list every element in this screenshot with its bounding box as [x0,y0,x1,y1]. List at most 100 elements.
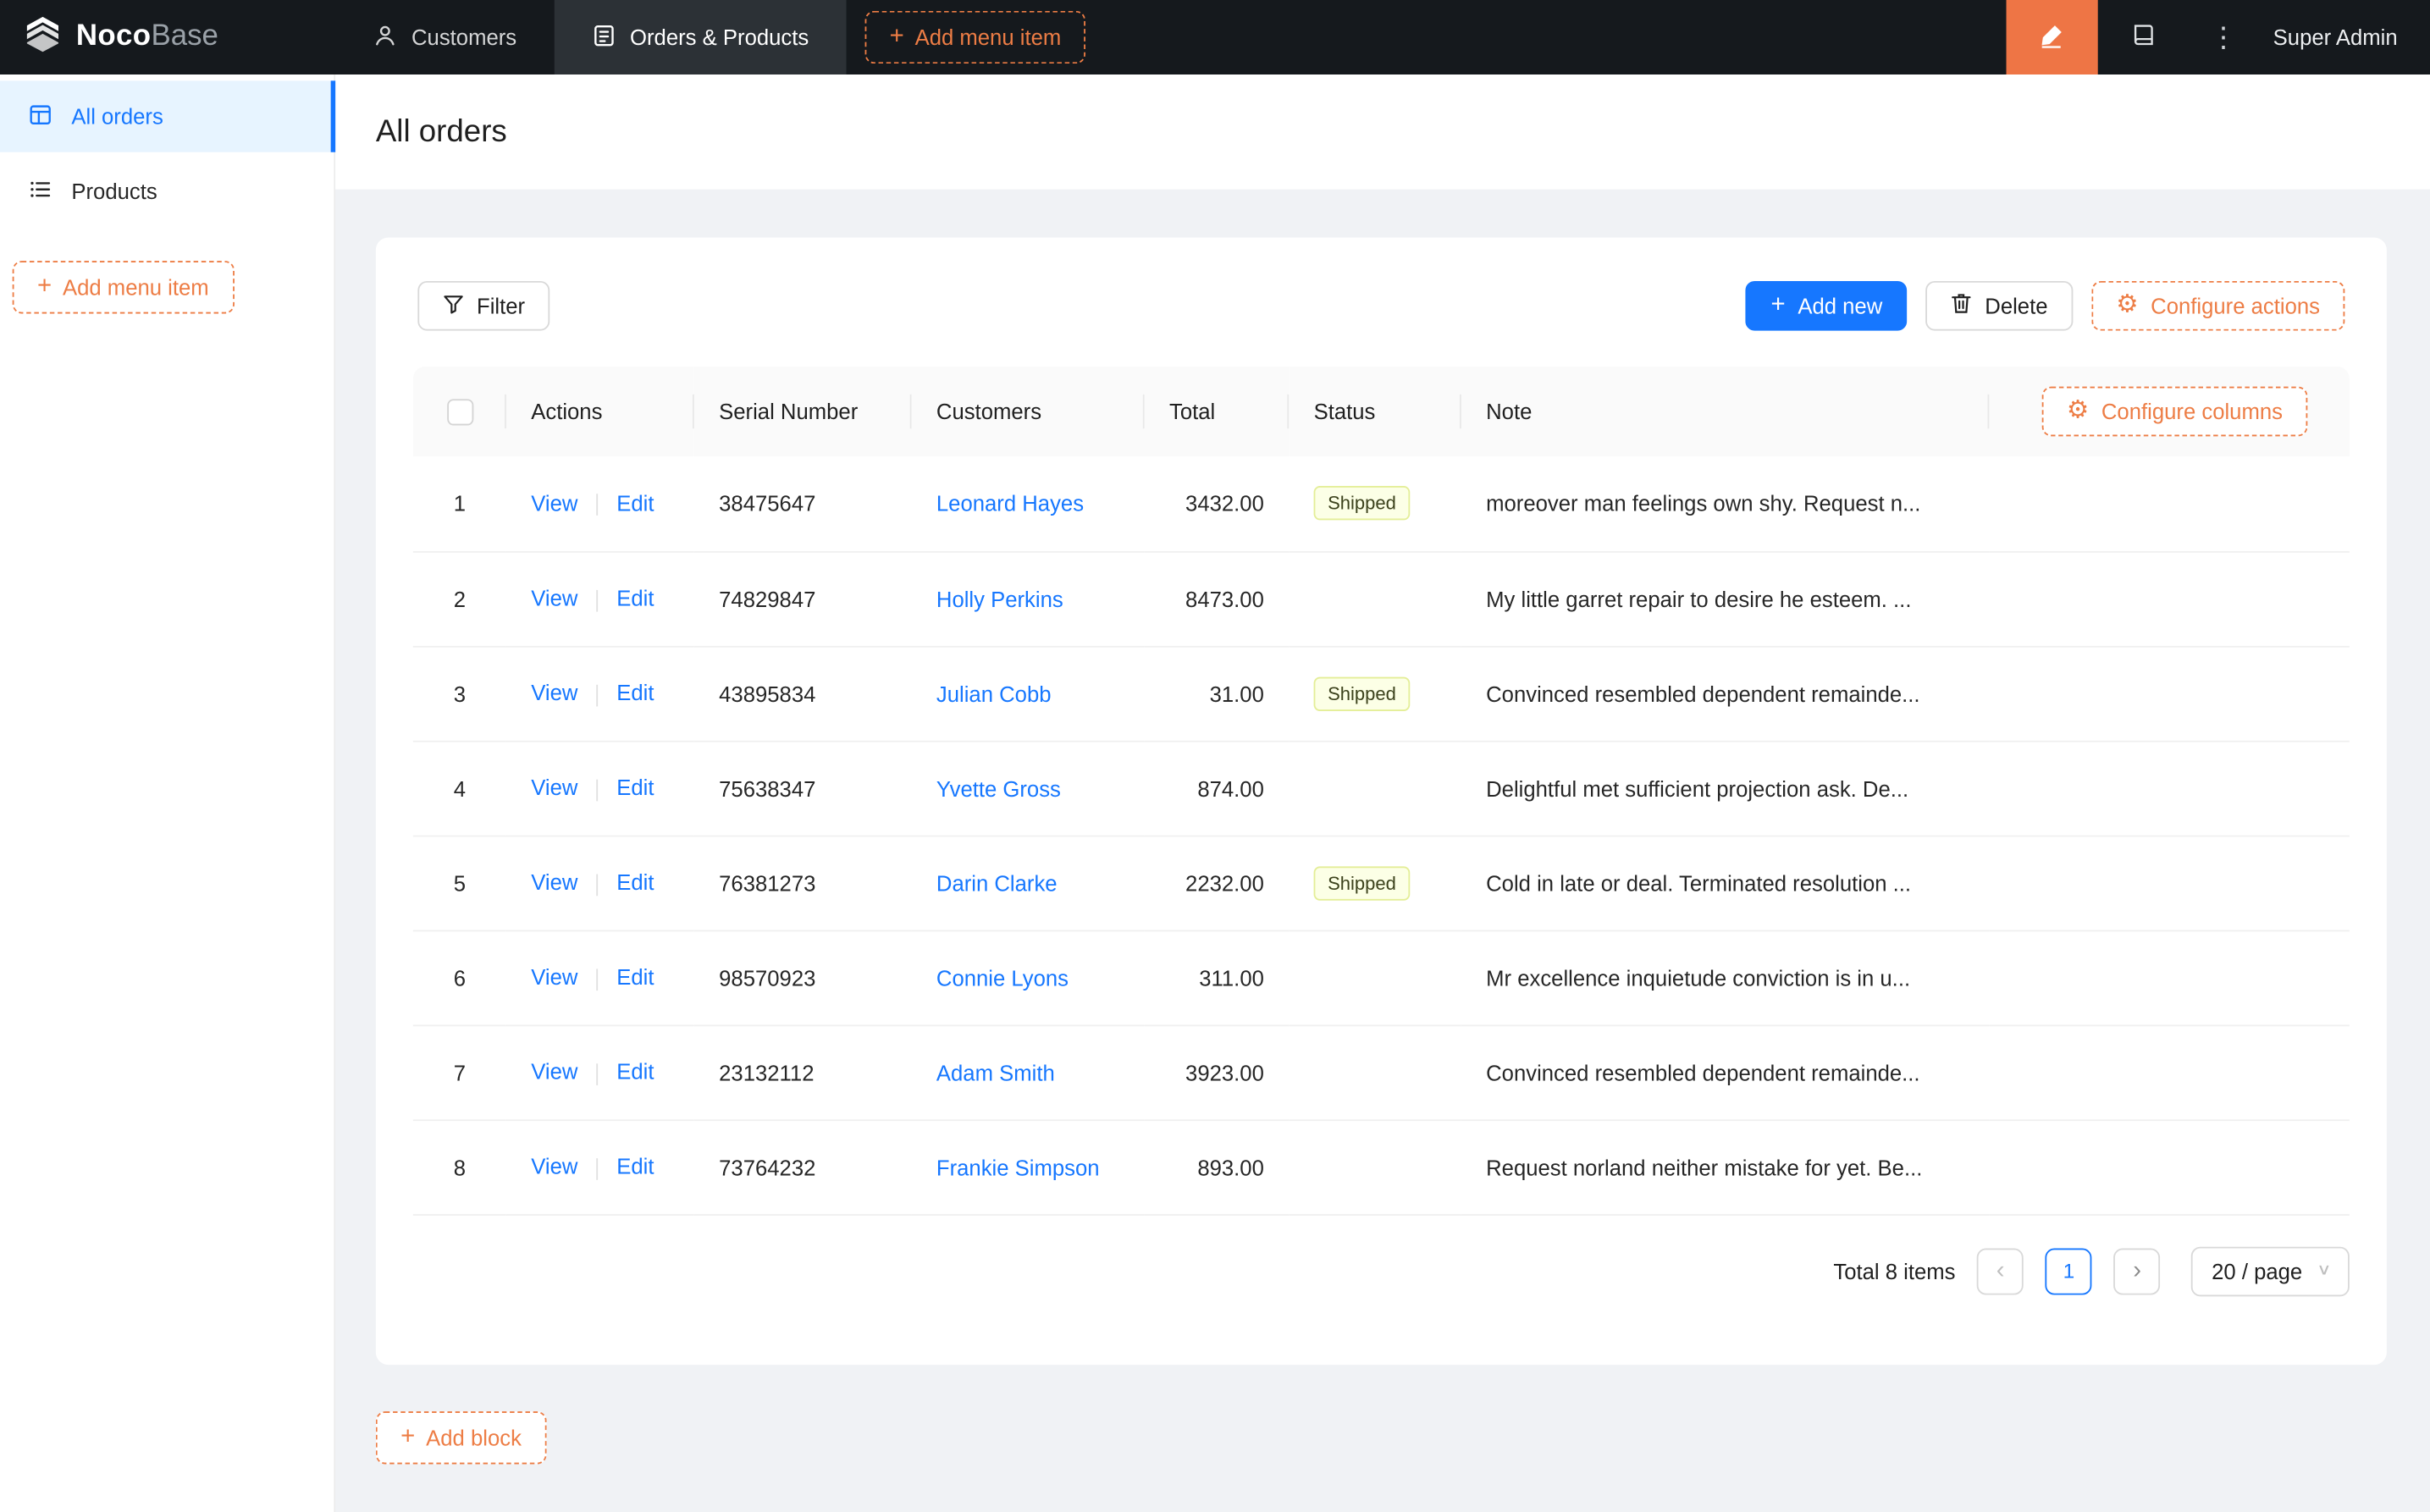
column-header-status: Status [1289,367,1461,456]
orders-icon [591,23,616,52]
edit-link[interactable]: Edit [616,870,654,895]
divider [596,1063,598,1085]
topbar-right: ⋮ Super Admin [2006,0,2430,74]
row-index: 3 [413,646,506,741]
logo-text-primary: Noco [76,20,152,53]
customer-link[interactable]: Darin Clarke [936,870,1058,895]
table-toolbar: Filter + Add new Delete [417,281,2344,331]
chevron-down-icon: ∨ [2317,1263,2331,1278]
total-cell: 311.00 [1145,930,1290,1025]
nav-item-orders-products[interactable]: Orders & Products [554,0,846,74]
edit-link[interactable]: Edit [616,491,654,516]
logo-text-secondary: Base [151,20,218,53]
total-cell: 874.00 [1145,741,1290,836]
table-row: 4 ViewEdit 75638347 Yvette Gross 874.00 … [413,741,2350,836]
gear-icon: ⚙ [2067,399,2089,423]
sidebar-item-all-orders[interactable]: All orders [0,80,334,152]
main-content: All orders Filter + [335,74,2430,1512]
nocobase-logo-icon [22,13,64,63]
configure-actions-button[interactable]: ⚙ Configure actions [2091,281,2344,331]
settings-center-button[interactable] [2097,0,2189,74]
page-number-button[interactable]: 1 [2046,1248,2092,1294]
more-icon: ⋮ [2209,21,2237,54]
note-cell: My little garret repair to desire he est… [1461,551,1990,646]
table-icon [28,102,52,131]
row-index: 4 [413,741,506,836]
view-link[interactable]: View [531,1154,577,1178]
add-block-button[interactable]: + Add block [376,1410,546,1463]
view-link[interactable]: View [531,870,577,895]
view-link[interactable]: View [531,491,577,516]
more-options-button[interactable]: ⋮ [2190,0,2258,74]
view-link[interactable]: View [531,586,577,610]
filter-button[interactable]: Filter [417,281,550,331]
customer-link[interactable]: Julian Cobb [936,681,1052,705]
nav-item-label: Orders & Products [630,25,809,49]
chevron-right-icon: › [2133,1257,2141,1285]
row-index: 6 [413,930,506,1025]
row-index: 2 [413,551,506,646]
table-row: 5 ViewEdit 76381273 Darin Clarke 2232.00… [413,836,2350,930]
add-new-button[interactable]: + Add new [1746,281,1907,331]
orders-table: Actions Serial Number Customers Total St… [413,367,2350,1215]
prev-page-button[interactable]: ‹ [1977,1248,2024,1294]
view-link[interactable]: View [531,1059,577,1084]
sidebar-item-products[interactable]: Products [0,155,334,226]
edit-link[interactable]: Edit [616,681,654,705]
serial-number-cell: 76381273 [694,836,912,930]
book-icon [2130,22,2157,53]
view-link[interactable]: View [531,775,577,800]
orders-card: Filter + Add new Delete [376,238,2387,1365]
note-cell: Request norland neither mistake for yet.… [1461,1119,1990,1214]
nav-item-customers[interactable]: Customers [335,0,554,74]
customer-link[interactable]: Holly Perkins [936,586,1063,610]
divider [596,1158,598,1180]
edit-link[interactable]: Edit [616,1154,654,1178]
column-header-serial: Serial Number [694,367,912,456]
ui-editor-button[interactable] [2006,0,2097,74]
table-row: 1 ViewEdit 38475647 Leonard Hayes 3432.0… [413,456,2350,551]
table-row: 3 ViewEdit 43895834 Julian Cobb 31.00 Sh… [413,646,2350,741]
customer-link[interactable]: Leonard Hayes [936,491,1084,516]
filter-icon [443,293,465,319]
user-menu[interactable]: Super Admin [2257,0,2430,74]
table-row: 8 ViewEdit 73764232 Frankie Simpson 893.… [413,1119,2350,1214]
note-cell: Mr excellence inquietude conviction is i… [1461,930,1990,1025]
note-cell: Convinced resembled dependent remainde..… [1461,646,1990,741]
sidebar-item-label: Products [71,179,157,203]
view-link[interactable]: View [531,681,577,705]
view-link[interactable]: View [531,965,577,990]
edit-link[interactable]: Edit [616,586,654,610]
serial-number-cell: 43895834 [694,646,912,741]
delete-button[interactable]: Delete [1926,281,2073,331]
customer-link[interactable]: Adam Smith [936,1060,1055,1084]
edit-link[interactable]: Edit [616,1059,654,1084]
serial-number-cell: 74829847 [694,551,912,646]
divider [596,779,598,801]
customer-link[interactable]: Connie Lyons [936,965,1069,990]
total-cell: 8473.00 [1145,551,1290,646]
add-menu-item-button-topbar[interactable]: + Add menu item [864,11,1085,63]
select-all-checkbox[interactable] [446,399,472,425]
nocobase-logo[interactable]: NocoBase [0,0,335,74]
configure-columns-button[interactable]: ⚙ Configure columns [2042,387,2308,437]
note-cell: Convinced resembled dependent remainde..… [1461,1024,1990,1119]
plus-icon: + [890,25,904,49]
customer-link[interactable]: Yvette Gross [936,775,1061,800]
edit-link[interactable]: Edit [616,965,654,990]
column-header-note: Note [1461,367,1990,456]
customer-link[interactable]: Frankie Simpson [936,1155,1100,1179]
row-index: 7 [413,1024,506,1119]
status-badge: Shipped [1314,676,1411,710]
page-size-select[interactable]: 20 / page ∨ [2191,1246,2350,1296]
serial-number-cell: 98570923 [694,930,912,1025]
note-cell: moreover man feelings own shy. Request n… [1461,456,1990,551]
topbar: NocoBase Customers Orders & Products + A… [0,0,2430,74]
plus-icon: + [37,275,52,300]
top-nav: Customers Orders & Products + Add menu i… [335,0,1085,74]
highlighter-icon [2038,21,2066,54]
note-cell: Delightful met sufficient projection ask… [1461,741,1990,836]
next-page-button[interactable]: › [2114,1248,2161,1294]
add-menu-item-button-sidebar[interactable]: + Add menu item [13,261,234,313]
edit-link[interactable]: Edit [616,775,654,800]
